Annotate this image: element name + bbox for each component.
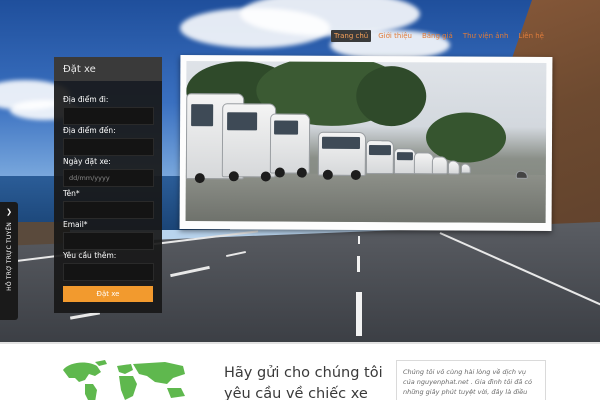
request-group: Yêu cầu thêm: (54, 251, 161, 281)
vans-photo (185, 61, 547, 223)
van-window (227, 112, 258, 131)
nav-item-gallery[interactable]: Thư viện ảnh (460, 30, 512, 42)
van-window (396, 152, 413, 161)
van (393, 148, 416, 175)
van-window (191, 104, 214, 127)
online-support-tab[interactable]: ❯ HỖ TRỢ TRỰC TUYẾN (0, 202, 18, 320)
van-wheel (228, 171, 239, 182)
center-dash (357, 256, 360, 272)
photo-trees (356, 65, 427, 127)
destination-group: Địa điểm đến: (54, 126, 161, 156)
pickup-input[interactable] (63, 107, 154, 125)
van (269, 113, 311, 178)
nav-item-pricing[interactable]: Bảng giá (419, 30, 456, 42)
date-label: Ngày đặt xe: (63, 157, 111, 166)
email-input[interactable] (63, 232, 154, 250)
bottom-section: Hãy gửi cho chúng tôi yêu cầu về chiếc x… (0, 342, 600, 400)
nav-item-home[interactable]: Trang chủ (331, 30, 372, 42)
nav-item-about[interactable]: Giới thiệu (375, 30, 415, 42)
van-wheel (322, 169, 333, 180)
center-dash (356, 292, 362, 336)
van-window (274, 120, 299, 135)
date-group: Ngày đặt xe: (54, 157, 161, 187)
email-group: Email* (54, 220, 161, 250)
destination-input[interactable] (63, 138, 154, 156)
van (317, 131, 367, 180)
book-car-button[interactable]: Đặt xe (63, 286, 153, 302)
main-nav: Trang chủ Giới thiệu Bảng giá Thư viện ả… (331, 29, 547, 43)
name-label: Tên* (63, 189, 80, 198)
name-group: Tên* (54, 189, 161, 219)
support-tab-label: HỖ TRỢ TRỰC TUYẾN (5, 222, 13, 291)
destination-label: Địa điểm đến: (63, 126, 116, 135)
cta-title: Hãy gửi cho chúng tôi yêu cầu về chiếc x… (224, 365, 383, 400)
testimonial-text: Chúng tôi vô cùng hài lòng về dịch vụ củ… (403, 368, 533, 396)
car (515, 170, 528, 179)
vans-photo-frame (179, 55, 553, 231)
nav-item-contact[interactable]: Liên hệ (515, 30, 547, 42)
center-dash (358, 236, 360, 244)
van-window (321, 136, 361, 149)
van (365, 140, 395, 175)
email-label: Email* (63, 220, 88, 229)
pickup-group: Địa điểm đi: (54, 95, 161, 125)
van-wheel (296, 167, 307, 178)
photo-trees (425, 112, 507, 163)
testimonial-box: Chúng tôi vô cùng hài lòng về dịch vụ củ… (396, 360, 546, 400)
booking-form-title: Đặt xe (54, 57, 162, 81)
van-window (368, 145, 391, 156)
date-input[interactable] (63, 169, 154, 187)
van (221, 103, 277, 182)
booking-form: Đặt xe Địa điểm đi: Địa điểm đến: Ngày đ… (54, 57, 162, 313)
van-wheel (274, 167, 285, 178)
photo-ground (185, 173, 546, 223)
name-input[interactable] (63, 201, 154, 219)
van-wheel (194, 173, 205, 184)
world-map-icon (63, 360, 185, 400)
pickup-label: Địa điểm đi: (63, 95, 109, 104)
request-label: Yêu cầu thêm: (63, 251, 117, 260)
van (431, 156, 448, 175)
request-input[interactable] (63, 263, 154, 281)
van-wheel (350, 169, 361, 180)
van (447, 160, 460, 175)
van (460, 163, 471, 174)
chevron-right-icon: ❯ (6, 208, 12, 216)
van-wheel (260, 171, 271, 182)
